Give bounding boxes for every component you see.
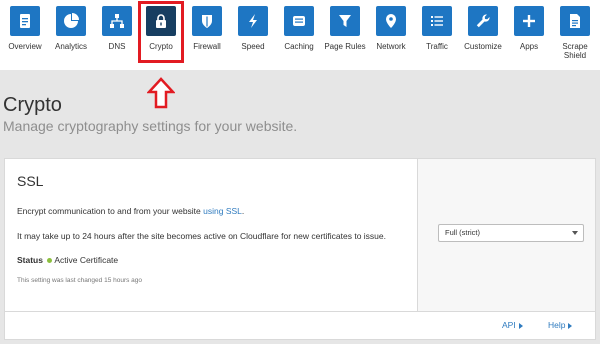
document-text-icon bbox=[560, 6, 590, 36]
using-ssl-link[interactable]: using SSL bbox=[203, 206, 242, 216]
nav-item-dns[interactable]: DNS bbox=[94, 6, 140, 51]
help-link[interactable]: Help bbox=[548, 320, 573, 330]
nav-label: Apps bbox=[519, 42, 539, 51]
list-icon bbox=[422, 6, 452, 36]
ssl-card-footer: API Help bbox=[5, 311, 595, 339]
api-link[interactable]: API bbox=[502, 320, 523, 330]
shield-icon bbox=[192, 6, 222, 36]
status-dot-icon bbox=[47, 257, 53, 263]
ssl-title: SSL bbox=[17, 173, 44, 189]
ssl-card: SSL Encrypt communication to and from yo… bbox=[4, 158, 596, 340]
ssl-card-control: Full (strict) bbox=[418, 159, 595, 311]
ssl-mode-value: Full (strict) bbox=[445, 228, 480, 237]
api-link-label: API bbox=[502, 320, 516, 330]
nav-label: Customize bbox=[464, 42, 502, 51]
nav-item-traffic[interactable]: Traffic bbox=[414, 6, 460, 51]
help-link-label: Help bbox=[548, 320, 566, 330]
nav-item-scrape-shield[interactable]: Scrape Shield bbox=[552, 6, 598, 60]
nav-label: Overview bbox=[8, 42, 42, 51]
server-icon bbox=[284, 6, 314, 36]
nav-item-apps[interactable]: Apps bbox=[506, 6, 552, 51]
page-title: Crypto bbox=[3, 94, 62, 116]
status-value: Active Certificate bbox=[54, 255, 119, 265]
nav-label: Traffic bbox=[426, 42, 448, 51]
nav-label: Speed bbox=[241, 42, 265, 51]
ssl-status: Status Active Certificate bbox=[17, 255, 405, 265]
nav-item-customize[interactable]: Customize bbox=[460, 6, 506, 51]
nav-item-network[interactable]: Network bbox=[368, 6, 414, 51]
ssl-note: It may take up to 24 hours after the sit… bbox=[17, 231, 386, 241]
network-tree-icon bbox=[102, 6, 132, 36]
nav-label: Analytics bbox=[54, 42, 87, 51]
caret-right-icon bbox=[568, 322, 573, 329]
nav-label: Scrape Shield bbox=[562, 42, 588, 60]
ssl-mode-select[interactable]: Full (strict) bbox=[438, 224, 584, 242]
nav-item-speed[interactable]: Speed bbox=[230, 6, 276, 51]
location-pin-icon bbox=[376, 6, 406, 36]
last-changed-text: This setting was last changed 15 hours a… bbox=[17, 277, 143, 284]
nav-label: DNS bbox=[108, 42, 126, 51]
nav-label: Caching bbox=[284, 42, 314, 51]
status-label: Status bbox=[17, 255, 43, 265]
chevron-down-icon bbox=[572, 231, 578, 235]
nav-item-page-rules[interactable]: Page Rules bbox=[322, 6, 368, 51]
top-navigation: Overview Analytics DNS Crypto Firewall S… bbox=[0, 0, 600, 70]
pie-chart-icon bbox=[56, 6, 86, 36]
ssl-description-end: . bbox=[241, 206, 245, 216]
lightning-icon bbox=[238, 6, 268, 36]
nav-label: Network bbox=[376, 42, 406, 51]
nav-item-caching[interactable]: Caching bbox=[276, 6, 322, 51]
ssl-description-text: Encrypt communication to and from your w… bbox=[17, 206, 204, 216]
ssl-description: Encrypt communication to and from your w… bbox=[17, 205, 405, 217]
nav-item-firewall[interactable]: Firewall bbox=[184, 6, 230, 51]
plus-icon bbox=[514, 6, 544, 36]
caret-right-icon bbox=[518, 322, 523, 329]
filter-icon bbox=[330, 6, 360, 36]
arrow-up-icon bbox=[147, 77, 175, 109]
wrench-icon bbox=[468, 6, 498, 36]
active-tab-highlight bbox=[138, 1, 184, 63]
nav-label: Page Rules bbox=[324, 42, 366, 51]
nav-label: Firewall bbox=[193, 42, 221, 51]
page-subtitle: Manage cryptography settings for your we… bbox=[3, 118, 298, 134]
nav-item-overview[interactable]: Overview bbox=[2, 6, 48, 51]
ssl-card-body: SSL Encrypt communication to and from yo… bbox=[5, 159, 418, 311]
nav-item-analytics[interactable]: Analytics bbox=[48, 6, 94, 51]
document-icon bbox=[10, 6, 40, 36]
